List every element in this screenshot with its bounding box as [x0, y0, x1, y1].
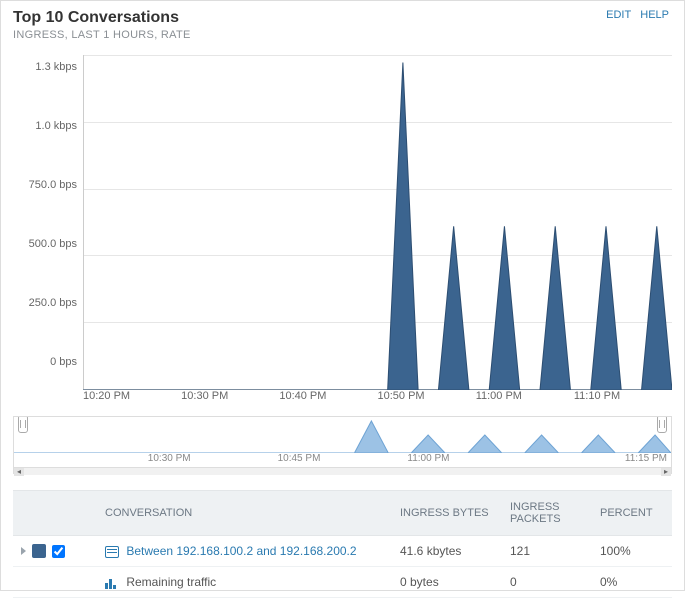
overview-scrollbar[interactable]: ◂ ▸: [14, 467, 671, 475]
y-tick: 500.0 bps: [13, 238, 77, 250]
y-tick: 0 bps: [13, 356, 77, 368]
series-color-swatch: [32, 544, 46, 558]
remaining-traffic-label: Remaining traffic: [126, 575, 216, 589]
cell-bytes: 41.6 kbytes: [392, 536, 502, 567]
overview-series: [14, 417, 671, 453]
y-tick: 250.0 bps: [13, 297, 77, 309]
cell-percent: 100%: [592, 536, 672, 567]
cell-packets: 121: [502, 536, 592, 567]
area-series: [83, 55, 672, 390]
y-tick: 1.3 kbps: [13, 61, 77, 73]
series-checkbox[interactable]: [52, 545, 65, 558]
x-tick: 11:10 PM: [574, 390, 672, 410]
overview-chart[interactable]: 10:30 PM 10:45 PM 11:00 PM 11:15 PM ◂ ▸: [13, 416, 672, 474]
mini-tick: 11:00 PM: [407, 453, 537, 467]
x-tick: 10:30 PM: [181, 390, 279, 410]
col-percent[interactable]: PERCENT: [592, 491, 672, 536]
widget-title: Top 10 Conversations: [13, 9, 191, 27]
col-bytes[interactable]: INGRESS BYTES: [392, 491, 502, 536]
col-packets[interactable]: INGRESS PACKETS: [502, 491, 592, 536]
y-tick: 1.0 kbps: [13, 120, 77, 132]
x-tick: 10:20 PM: [83, 390, 181, 410]
main-chart-container: 1.3 kbps 1.0 kbps 750.0 bps 500.0 bps 25…: [1, 45, 684, 410]
col-spacer: [13, 491, 97, 536]
widget-header: Top 10 Conversations INGRESS, LAST 1 HOU…: [1, 1, 684, 45]
conversation-link[interactable]: Between 192.168.100.2 and 192.168.200.2: [126, 544, 356, 558]
scroll-right-button[interactable]: ▸: [661, 468, 671, 476]
col-conversation[interactable]: CONVERSATION: [97, 491, 392, 536]
x-tick: 11:00 PM: [476, 390, 574, 410]
overview-x-labels: 10:30 PM 10:45 PM 11:00 PM 11:15 PM: [14, 453, 671, 467]
scroll-left-button[interactable]: ◂: [14, 468, 24, 476]
x-tick: 10:40 PM: [279, 390, 377, 410]
top-conversations-widget: Top 10 Conversations INGRESS, LAST 1 HOU…: [0, 0, 685, 591]
widget-subtitle: INGRESS, LAST 1 HOURS, RATE: [13, 29, 191, 41]
bars-icon: [105, 577, 119, 589]
table-row: Between 192.168.100.2 and 192.168.200.2 …: [13, 536, 672, 567]
conversation-icon: [105, 546, 119, 558]
cell-percent: 0%: [592, 567, 672, 598]
widget-actions: EDIT HELP: [603, 9, 672, 21]
plot-area[interactable]: [83, 55, 672, 390]
edit-link[interactable]: EDIT: [603, 9, 634, 21]
x-axis-labels: 10:20 PM 10:30 PM 10:40 PM 10:50 PM 11:0…: [83, 390, 672, 410]
conversations-table: CONVERSATION INGRESS BYTES INGRESS PACKE…: [13, 490, 672, 598]
help-link[interactable]: HELP: [637, 9, 672, 21]
expand-icon[interactable]: [21, 547, 26, 555]
table-row: Remaining traffic 0 bytes 0 0%: [13, 567, 672, 598]
cell-packets: 0: [502, 567, 592, 598]
mini-tick: 10:45 PM: [278, 453, 408, 467]
y-tick: 750.0 bps: [13, 179, 77, 191]
y-axis-labels: 1.3 kbps 1.0 kbps 750.0 bps 500.0 bps 25…: [13, 55, 83, 390]
mini-tick: 10:30 PM: [148, 453, 278, 467]
mini-tick: 11:15 PM: [537, 453, 667, 467]
x-tick: 10:50 PM: [378, 390, 476, 410]
cell-bytes: 0 bytes: [392, 567, 502, 598]
